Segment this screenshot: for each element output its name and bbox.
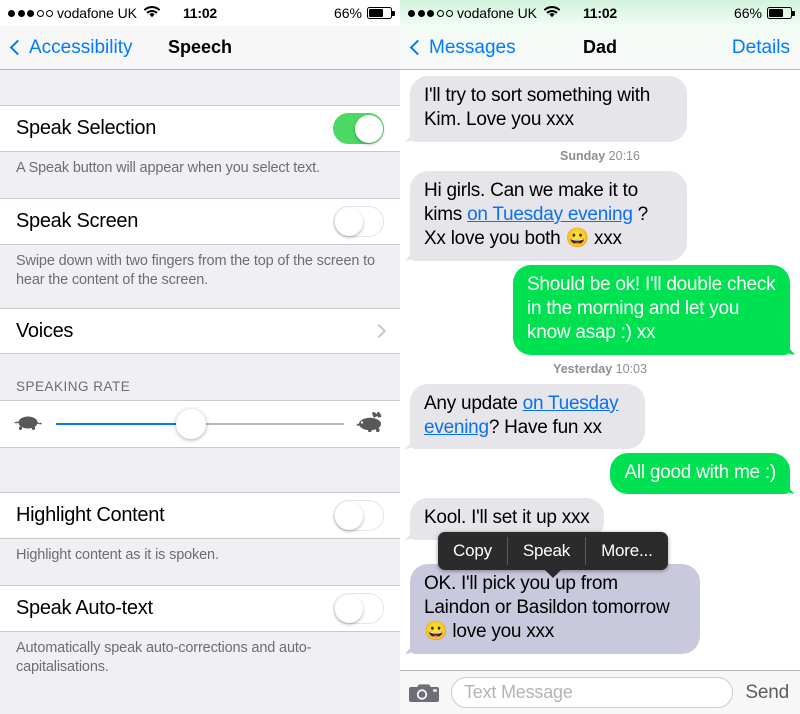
speaking-rate-header-gap: SPEAKING RATE <box>0 354 400 400</box>
chevron-left-icon <box>9 39 26 56</box>
toggle-speak-auto-text[interactable] <box>333 593 384 624</box>
toggle-knob <box>354 114 383 143</box>
settings-screen: vodafone UK 11:02 66% Accessibility Spee… <box>0 0 400 714</box>
battery-icon <box>767 7 795 19</box>
timestamp-divider: Yesterday 10:03 <box>400 362 800 376</box>
message-row: All good with me :) <box>400 453 800 495</box>
row-speak-auto-text[interactable]: Speak Auto-text <box>0 585 400 632</box>
message-bubble-incoming[interactable]: I'll try to sort something with Kim. Lov… <box>410 76 687 142</box>
details-button[interactable]: Details <box>732 37 790 59</box>
text-message-placeholder: Text Message <box>464 682 573 702</box>
camera-icon[interactable] <box>409 681 441 705</box>
message-row: Hi girls. Can we make it to kims on Tues… <box>400 170 800 261</box>
battery-percent-label: 66% <box>733 5 762 21</box>
message-row: Should be ok! I'll double check in the m… <box>400 264 800 355</box>
timestamp-day: Sunday <box>560 148 606 163</box>
battery-percent-label: 66% <box>333 5 362 21</box>
message-text-pre: Any update <box>424 392 523 414</box>
row-label-speak-selection: Speak Selection <box>16 117 157 139</box>
section-gap-mid <box>0 448 400 492</box>
message-row: OK. I'll pick you up from Laindon or Bas… <box>400 563 800 654</box>
messages-nav-bar: Messages Dad Details <box>400 26 800 70</box>
tortoise-icon <box>14 412 44 437</box>
message-row: Any update on Tuesday evening? Have fun … <box>400 383 800 450</box>
message-input-bar: Text Message Send <box>400 670 800 714</box>
row-speak-screen[interactable]: Speak Screen <box>0 198 400 245</box>
toggle-knob <box>334 501 363 530</box>
signal-strength-icon <box>408 9 453 17</box>
timestamp-divider: Sunday 20:16 <box>400 149 800 163</box>
footnote-speak-selection: A Speak button will appear when you sele… <box>16 160 320 176</box>
more-menu-item[interactable]: More... <box>586 532 668 570</box>
text-selection-context-menu[interactable]: Copy Speak More... <box>438 532 668 578</box>
section-header-speaking-rate: SPEAKING RATE <box>16 379 131 394</box>
message-text-post: ? Have fun xx <box>488 416 602 438</box>
status-bar-settings: vodafone UK 11:02 66% <box>0 0 400 26</box>
toggle-knob <box>334 594 363 623</box>
back-to-messages-button[interactable]: Messages <box>409 36 516 59</box>
text-message-input[interactable]: Text Message <box>451 677 734 708</box>
signal-strength-icon <box>8 9 53 17</box>
data-detector-link[interactable]: on Tuesday evening <box>467 204 633 225</box>
battery-icon <box>367 7 395 19</box>
row-highlight-content[interactable]: Highlight Content <box>0 492 400 539</box>
speaking-rate-slider-row[interactable] <box>0 400 400 448</box>
wifi-icon <box>143 5 161 21</box>
toggle-speak-selection[interactable] <box>333 113 384 144</box>
timestamp-time: 10:03 <box>615 361 647 376</box>
carrier-label: vodafone UK <box>457 5 537 21</box>
message-bubble-outgoing[interactable]: All good with me :) <box>610 453 790 495</box>
message-thread[interactable]: I'll try to sort something with Kim. Lov… <box>400 70 800 670</box>
back-button-label: Messages <box>429 36 516 58</box>
chevron-left-icon <box>409 39 426 56</box>
speaking-rate-track[interactable] <box>56 409 344 439</box>
footnote-speak-auto-text: Automatically speak auto-corrections and… <box>16 640 312 676</box>
message-bubble-incoming[interactable]: Hi girls. Can we make it to kims on Tues… <box>410 170 687 261</box>
row-voices[interactable]: Voices <box>0 308 400 354</box>
toggle-knob <box>334 207 363 236</box>
messages-screen: vodafone UK 11:02 66% Messages Dad Detai… <box>400 0 800 714</box>
settings-list: Speak Selection A Speak button will appe… <box>0 70 400 714</box>
back-button-label: Accessibility <box>29 36 133 58</box>
send-button[interactable]: Send <box>743 682 791 704</box>
carrier-label: vodafone UK <box>57 5 137 21</box>
wifi-icon <box>543 5 561 21</box>
dual-screenshot: vodafone UK 11:02 66% Accessibility Spee… <box>0 0 800 714</box>
status-bar-messages: vodafone UK 11:02 66% <box>400 0 800 26</box>
copy-menu-item[interactable]: Copy <box>438 532 507 570</box>
timestamp-time: 20:16 <box>608 148 640 163</box>
settings-nav-bar: Accessibility Speech <box>0 26 400 70</box>
message-row: I'll try to sort something with Kim. Lov… <box>400 76 800 142</box>
row-label-speak-screen: Speak Screen <box>16 210 139 232</box>
row-speak-selection[interactable]: Speak Selection <box>0 105 400 152</box>
row-label-voices: Voices <box>16 319 74 342</box>
speaking-rate-fill <box>56 423 192 425</box>
hare-icon <box>356 411 386 438</box>
timestamp-day: Yesterday <box>553 361 613 376</box>
message-bubble-incoming[interactable]: Any update on Tuesday evening? Have fun … <box>410 383 645 450</box>
status-bar-left: vodafone UK <box>408 5 561 21</box>
back-to-accessibility-button[interactable]: Accessibility <box>9 36 133 59</box>
row-label-speak-auto-text: Speak Auto-text <box>16 597 153 619</box>
toggle-speak-screen[interactable] <box>333 206 384 237</box>
section-gap-top <box>0 70 400 105</box>
footnote-highlight-content: Highlight content as it is spoken. <box>16 547 219 563</box>
footnote-speak-screen: Swipe down with two fingers from the top… <box>16 253 375 289</box>
row-label-highlight-content: Highlight Content <box>16 504 165 526</box>
chevron-right-icon <box>371 323 387 339</box>
status-bar-right: 66% <box>733 5 795 21</box>
menu-pointer-arrow <box>543 569 562 578</box>
speaking-rate-thumb[interactable] <box>176 409 207 439</box>
message-bubble-outgoing[interactable]: Should be ok! I'll double check in the m… <box>513 264 790 355</box>
status-bar-right: 66% <box>333 5 395 21</box>
status-bar-left: vodafone UK <box>8 5 161 21</box>
speak-menu-item[interactable]: Speak <box>508 532 585 570</box>
toggle-highlight-content[interactable] <box>333 500 384 531</box>
